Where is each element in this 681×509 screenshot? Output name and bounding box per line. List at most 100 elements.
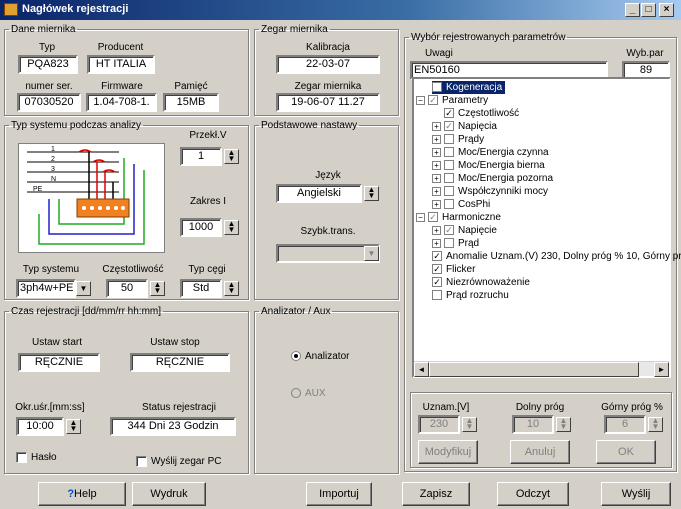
checkbox-icon[interactable] bbox=[444, 199, 454, 210]
przekl-spinner[interactable]: ▲ ▼ bbox=[224, 149, 239, 164]
tree-item[interactable]: + Moc/Energia czynna bbox=[432, 146, 549, 159]
tree-item[interactable]: + CosPhi bbox=[432, 198, 490, 211]
tree-item[interactable]: ✓ Flicker bbox=[432, 263, 475, 276]
stop-field[interactable]: RĘCZNIE bbox=[130, 353, 230, 372]
uznam-field[interactable]: 230 bbox=[418, 415, 460, 434]
analizator-radio[interactable] bbox=[291, 351, 301, 361]
typ-field[interactable]: PQA823 bbox=[18, 55, 78, 74]
tree-item-label: Anomalie Uznam.(V) 230, Dolny próg % 10,… bbox=[446, 251, 681, 262]
typ-systemu-select[interactable]: 3ph4w+PE bbox=[16, 279, 76, 298]
tree-item[interactable]: + Prąd bbox=[432, 237, 479, 250]
close-button[interactable]: × bbox=[659, 3, 674, 17]
wyslij-button[interactable]: Wyślij bbox=[601, 482, 671, 506]
odczyt-button[interactable]: Odczyt bbox=[497, 482, 569, 506]
expand-icon[interactable]: + bbox=[432, 134, 441, 144]
expand-icon[interactable]: + bbox=[432, 160, 441, 170]
tree-item[interactable]: + Prądy bbox=[432, 133, 484, 146]
kalibracja-field[interactable]: 22-03-07 bbox=[276, 55, 380, 74]
typ-cegi-field[interactable]: Std bbox=[180, 279, 222, 298]
tree-item[interactable]: + Moc/Energia bierna bbox=[432, 159, 545, 172]
checkbox-icon[interactable] bbox=[444, 238, 454, 249]
zakres-spinner[interactable]: ▲ ▼ bbox=[224, 220, 239, 235]
tree-item[interactable]: ✓ Anomalie Uznam.(V) 230, Dolny próg % 10… bbox=[432, 250, 681, 263]
expand-icon[interactable]: + bbox=[432, 147, 441, 157]
collapse-icon[interactable]: − bbox=[416, 95, 425, 105]
tree-item[interactable]: + Moc/Energia pozorna bbox=[432, 172, 553, 185]
tree-item[interactable]: ✓ Niezrównoważenie bbox=[432, 276, 530, 289]
modyfikuj-button[interactable]: Modyfikuj bbox=[418, 440, 478, 464]
numer-field[interactable]: 07030520 bbox=[17, 93, 81, 112]
checkbox-icon[interactable]: ✓ bbox=[428, 95, 438, 106]
okr-spinner[interactable]: ▲ ▼ bbox=[66, 419, 81, 434]
checkbox-icon[interactable]: ✓ bbox=[444, 121, 454, 132]
dolny-field[interactable]: 10 bbox=[512, 415, 554, 434]
gorny-field[interactable]: 6 bbox=[604, 415, 646, 434]
dolny-spinner[interactable]: ▲ ▼ bbox=[556, 417, 571, 432]
jezyk-field[interactable]: Angielski bbox=[276, 184, 362, 203]
expand-icon[interactable]: + bbox=[432, 121, 441, 131]
expand-icon[interactable]: + bbox=[432, 186, 441, 196]
tree-item[interactable]: Kogeneracja bbox=[432, 81, 506, 94]
zapisz-button[interactable]: Zapisz bbox=[402, 482, 470, 506]
checkbox-icon[interactable]: ✓ bbox=[428, 212, 438, 223]
przekl-field[interactable]: 1 bbox=[180, 147, 222, 166]
scroll-right-icon[interactable]: ► bbox=[654, 362, 669, 377]
uznam-spinner[interactable]: ▲ ▼ bbox=[462, 417, 477, 432]
expand-icon[interactable]: + bbox=[432, 238, 441, 248]
expand-icon[interactable]: + bbox=[432, 225, 441, 235]
okr-field[interactable]: 10:00 bbox=[16, 417, 64, 436]
typ-cegi-spinner[interactable]: ▲ ▼ bbox=[224, 281, 239, 296]
czestotliwosc-field[interactable]: 50 bbox=[106, 279, 148, 298]
scroll-thumb[interactable] bbox=[429, 362, 639, 377]
horizontal-scrollbar[interactable]: ◄ ► bbox=[414, 361, 669, 377]
maximize-button[interactable]: □ bbox=[641, 3, 656, 17]
chevron-down-icon[interactable]: ▼ bbox=[76, 281, 91, 296]
czestotliwosc-spinner[interactable]: ▲ ▼ bbox=[150, 281, 165, 296]
help-button[interactable]: ?Help bbox=[38, 482, 126, 506]
zakres-field[interactable]: 1000 bbox=[180, 218, 222, 237]
checkbox-icon[interactable] bbox=[444, 134, 454, 145]
producent-field[interactable]: HT ITALIA bbox=[87, 55, 155, 74]
checkbox-icon[interactable]: ✓ bbox=[432, 264, 442, 275]
tree-item[interactable]: ✓ Częstotliwość bbox=[444, 107, 519, 120]
checkbox-icon[interactable] bbox=[444, 160, 454, 171]
collapse-icon[interactable]: − bbox=[416, 212, 425, 222]
parameter-tree[interactable]: Kogeneracja − ✓ Parametry ✓ Częstotliwość +… bbox=[412, 77, 681, 378]
checkbox-icon[interactable] bbox=[444, 173, 454, 184]
title-bar[interactable]: Nagłówek rejestracji _ □ × bbox=[0, 0, 681, 20]
checkbox-icon[interactable]: ✓ bbox=[444, 225, 454, 236]
wyslij-zegar-checkbox[interactable] bbox=[136, 456, 147, 467]
checkbox-icon[interactable] bbox=[432, 82, 442, 93]
checkbox-icon[interactable]: ✓ bbox=[444, 108, 454, 119]
tree-item[interactable]: − ✓ Harmoniczne bbox=[416, 211, 501, 224]
wydruk-button[interactable]: Wydruk bbox=[132, 482, 206, 506]
checkbox-icon[interactable] bbox=[432, 290, 442, 301]
checkbox-icon[interactable]: ✓ bbox=[432, 277, 442, 288]
firmware-field[interactable]: 1.04-708-1. bbox=[86, 93, 157, 112]
ok-button[interactable]: OK bbox=[596, 440, 656, 464]
checkbox-icon[interactable] bbox=[444, 147, 454, 158]
tree-item[interactable]: + Współczynniki mocy bbox=[432, 185, 548, 198]
checkbox-icon[interactable]: ✓ bbox=[432, 251, 442, 262]
szybk-label: Szybk.trans. bbox=[300, 226, 356, 237]
zegar-field[interactable]: 19-06-07 11.27 bbox=[276, 93, 380, 112]
start-field[interactable]: RĘCZNIE bbox=[18, 353, 100, 372]
aux-radio[interactable] bbox=[291, 388, 301, 398]
minimize-button[interactable]: _ bbox=[625, 3, 640, 17]
gorny-spinner[interactable]: ▲ ▼ bbox=[648, 417, 663, 432]
tree-item[interactable]: Prąd rozruchu bbox=[432, 289, 509, 302]
chevron-down-icon[interactable]: ▼ bbox=[364, 246, 379, 261]
expand-icon[interactable]: + bbox=[432, 199, 441, 209]
importuj-button[interactable]: Importuj bbox=[306, 482, 372, 506]
tree-item[interactable]: + ✓ Napięcie bbox=[432, 224, 497, 237]
expand-icon[interactable]: + bbox=[432, 173, 441, 183]
anuluj-button[interactable]: Anuluj bbox=[510, 440, 570, 464]
pamiec-field[interactable]: 15MB bbox=[163, 93, 219, 112]
tree-item[interactable]: − ✓ Parametry bbox=[416, 94, 488, 107]
scroll-left-icon[interactable]: ◄ bbox=[414, 362, 429, 377]
tree-item[interactable]: + ✓ Napięcia bbox=[432, 120, 497, 133]
czestotliwosc-label: Częstotliwość bbox=[102, 264, 164, 275]
jezyk-spinner[interactable]: ▲ ▼ bbox=[364, 186, 379, 201]
checkbox-icon[interactable] bbox=[444, 186, 454, 197]
haslo-checkbox[interactable] bbox=[16, 452, 27, 463]
